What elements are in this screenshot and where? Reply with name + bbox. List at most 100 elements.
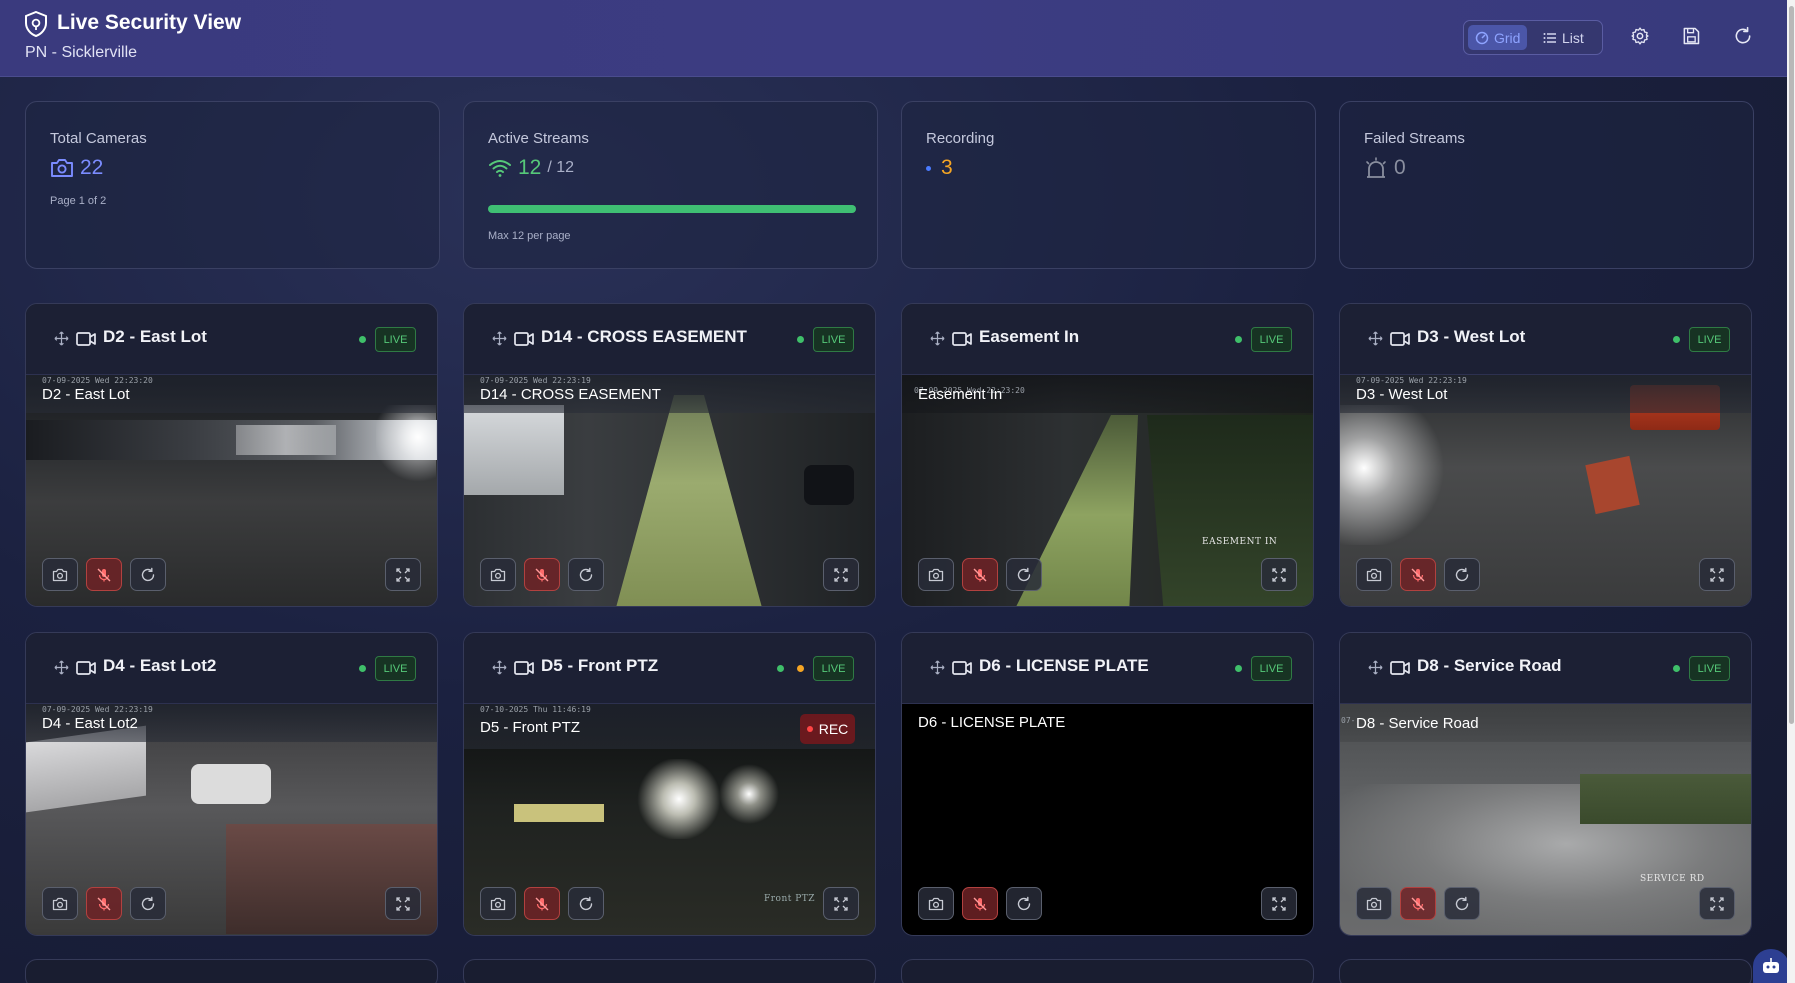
snapshot-button[interactable] — [1356, 558, 1392, 591]
drag-handle-icon[interactable] — [930, 660, 945, 675]
save-icon[interactable] — [1681, 26, 1701, 46]
drag-handle-icon[interactable] — [492, 331, 507, 346]
mute-audio-button[interactable] — [962, 887, 998, 920]
live-badge: LIVE — [1251, 656, 1292, 681]
feed-label: D6 - LICENSE PLATE — [918, 714, 1066, 731]
drag-handle-icon[interactable] — [930, 331, 945, 346]
status-dot — [1673, 665, 1680, 672]
wifi-icon — [489, 160, 511, 177]
refresh-icon[interactable] — [1733, 26, 1753, 46]
camera-feed[interactable]: Front PTZ 07-10-2025 Thu 11:46:19 D5 - F… — [464, 704, 875, 935]
reload-stream-button[interactable] — [568, 887, 604, 920]
mute-audio-button[interactable] — [86, 887, 122, 920]
list-view-button[interactable]: List — [1536, 25, 1591, 50]
fullscreen-button[interactable] — [823, 887, 859, 920]
snapshot-button[interactable] — [42, 887, 78, 920]
snapshot-button[interactable] — [1356, 887, 1392, 920]
reload-stream-button[interactable] — [568, 558, 604, 591]
stat-active-streams: Active Streams 12 / 12 Max 12 per page — [463, 101, 878, 269]
camera-card-d4-east-lot2[interactable]: D4 - East Lot2 LIVE 07-09-2025 Wed 22:23… — [25, 632, 438, 936]
camera-header: D8 - Service Road LIVE — [1340, 633, 1751, 704]
grid-view-button[interactable]: Grid — [1468, 25, 1528, 50]
video-camera-icon — [1390, 661, 1410, 675]
camera-card-d8-service-road[interactable]: D8 - Service Road LIVE SERVICE RD 07- D8… — [1339, 632, 1752, 936]
drag-handle-icon[interactable] — [54, 331, 69, 346]
snapshot-button[interactable] — [918, 558, 954, 591]
fullscreen-button[interactable] — [1699, 558, 1735, 591]
drag-handle-icon[interactable] — [1368, 331, 1383, 346]
light-glare — [1340, 405, 1460, 545]
settings-gear-icon[interactable] — [1630, 26, 1650, 46]
top-header: Live Security View PN - Sicklerville Gri… — [0, 0, 1787, 77]
snapshot-button[interactable] — [480, 558, 516, 591]
video-camera-icon — [76, 661, 96, 675]
refresh-icon — [141, 896, 155, 910]
camera-header: D5 - Front PTZ LIVE — [464, 633, 875, 704]
camera-card-d6-license-plate[interactable]: D6 - LICENSE PLATE LIVE D6 - LICENSE PLA… — [901, 632, 1314, 936]
drag-handle-icon[interactable] — [54, 660, 69, 675]
refresh-icon — [1017, 896, 1031, 910]
camera-card-partial[interactable] — [901, 959, 1314, 983]
fullscreen-button[interactable] — [1261, 887, 1297, 920]
snapshot-button[interactable] — [42, 558, 78, 591]
rec-label: REC — [818, 721, 849, 737]
mute-audio-button[interactable] — [1400, 558, 1436, 591]
mute-audio-button[interactable] — [524, 887, 560, 920]
video-camera-icon — [514, 332, 534, 346]
camera-feed[interactable]: 07-09-2025 Wed 22:23:19 D14 - CROSS EASE… — [464, 375, 875, 606]
drag-handle-icon[interactable] — [492, 660, 507, 675]
reload-stream-button[interactable] — [1006, 887, 1042, 920]
stat-label: Recording — [926, 130, 995, 147]
camera-feed[interactable]: SERVICE RD 07- D8 - Service Road — [1340, 704, 1751, 935]
fullscreen-button[interactable] — [385, 887, 421, 920]
live-badge: LIVE — [375, 656, 416, 681]
stat-total-cameras: Total Cameras 22 Page 1 of 2 — [25, 101, 440, 269]
mute-audio-button[interactable] — [962, 558, 998, 591]
fullscreen-button[interactable] — [1261, 558, 1297, 591]
camera-feed[interactable]: 07-09-2025 Wed 22:23:19 D4 - East Lot2 — [26, 704, 437, 935]
chat-assistant-button[interactable] — [1753, 949, 1789, 983]
camera-card-partial[interactable] — [25, 959, 438, 983]
mute-audio-button[interactable] — [524, 558, 560, 591]
camera-snapshot-icon — [928, 568, 944, 581]
camera-card-partial[interactable] — [1339, 959, 1752, 983]
camera-card-partial[interactable] — [463, 959, 876, 983]
camera-feed[interactable]: EASEMENT IN 07-09-2025 Wed 22:23:20 Ease… — [902, 375, 1313, 606]
camera-feed[interactable]: D6 - LICENSE PLATE — [902, 704, 1313, 935]
failed-streams-value: 0 — [1394, 156, 1406, 179]
camera-card-d5-front-ptz[interactable]: D5 - Front PTZ LIVE Front PTZ 07-10-2025… — [463, 632, 876, 936]
fullscreen-button[interactable] — [1699, 887, 1735, 920]
drag-handle-icon[interactable] — [1368, 660, 1383, 675]
mute-audio-button[interactable] — [1400, 887, 1436, 920]
reload-stream-button[interactable] — [130, 558, 166, 591]
camera-card-d2-east-lot[interactable]: D2 - East Lot LIVE 07-09-2025 Wed 22:23:… — [25, 303, 438, 607]
reload-stream-button[interactable] — [1444, 887, 1480, 920]
camera-card-easement-in[interactable]: Easement In LIVE EASEMENT IN 07-09-2025 … — [901, 303, 1314, 607]
mute-audio-button[interactable] — [86, 558, 122, 591]
live-badge: LIVE — [1689, 656, 1730, 681]
camera-snapshot-icon — [1366, 897, 1382, 910]
snapshot-button[interactable] — [918, 887, 954, 920]
camera-header: D14 - CROSS EASEMENT LIVE — [464, 304, 875, 375]
robot-chat-icon — [1763, 958, 1779, 973]
camera-card-d14-cross-easement[interactable]: D14 - CROSS EASEMENT LIVE 07-09-2025 Wed… — [463, 303, 876, 607]
stat-value-row: 22 — [50, 156, 103, 180]
fullscreen-button[interactable] — [823, 558, 859, 591]
snapshot-button[interactable] — [480, 887, 516, 920]
camera-name: D4 - East Lot2 — [103, 656, 217, 675]
camera-feed[interactable]: 07-09-2025 Wed 22:23:19 D3 - West Lot — [1340, 375, 1751, 606]
reload-stream-button[interactable] — [1444, 558, 1480, 591]
camera-name: D6 - LICENSE PLATE — [979, 656, 1149, 675]
reload-stream-button[interactable] — [1006, 558, 1042, 591]
microphone-icon — [535, 568, 549, 581]
camera-card-d3-west-lot[interactable]: D3 - West Lot LIVE 07-09-2025 Wed 22:23:… — [1339, 303, 1752, 607]
refresh-icon — [141, 567, 155, 581]
reload-stream-button[interactable] — [130, 887, 166, 920]
camera-name: D14 - CROSS EASEMENT — [541, 327, 747, 346]
fullscreen-button[interactable] — [385, 558, 421, 591]
camera-name: Easement In — [979, 327, 1080, 346]
scrollbar-thumb[interactable] — [1789, 6, 1794, 724]
live-badge: LIVE — [813, 327, 854, 352]
live-badge: LIVE — [1689, 327, 1730, 352]
camera-feed[interactable]: 07-09-2025 Wed 22:23:20 D2 - East Lot — [26, 375, 437, 606]
